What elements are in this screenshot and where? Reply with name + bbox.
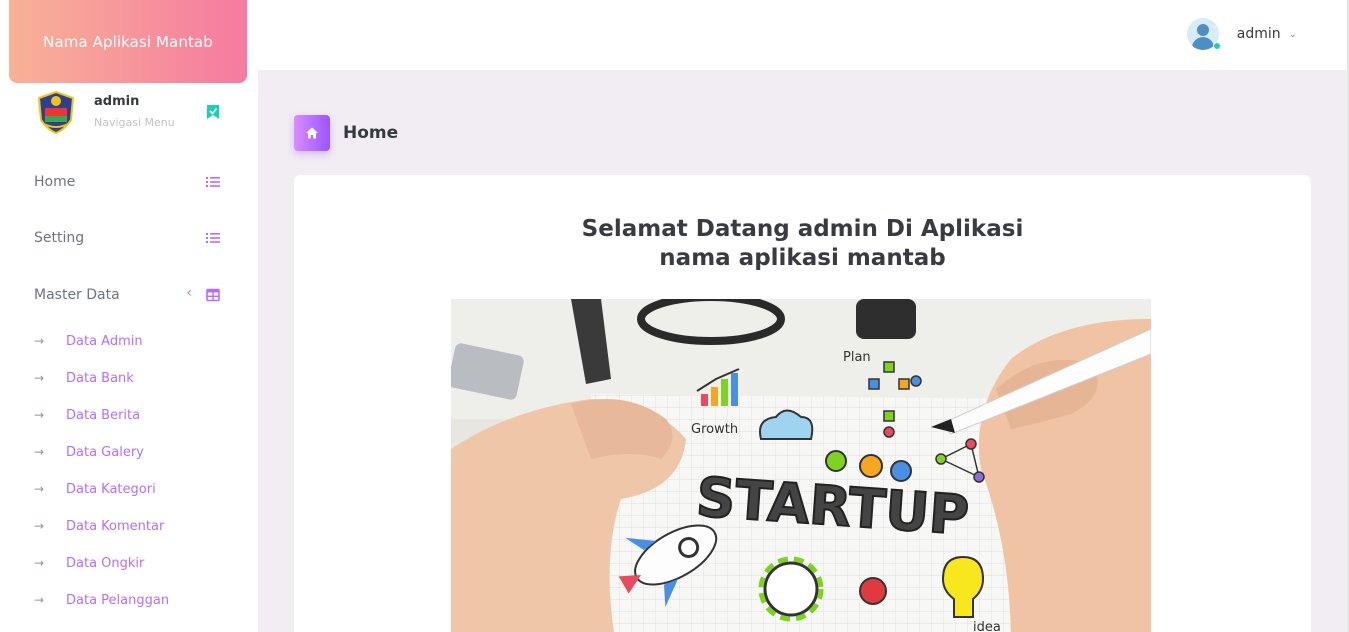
sidebar-item-label: Setting [34, 230, 85, 246]
user-dropdown[interactable]: admin ⌄ [1186, 18, 1297, 50]
submenu-item-label[interactable]: Data Berita [66, 408, 140, 423]
arrow-right-icon: → [34, 556, 45, 570]
submenu-item-label[interactable]: Data Admin [66, 334, 143, 349]
submenu-item-data-admin[interactable]: → Data Admin [34, 331, 143, 351]
sidebar-profile[interactable]: admin Navigasi Menu [36, 90, 236, 140]
submenu-item-label[interactable]: Data Kategori [66, 482, 156, 497]
list-icon [206, 177, 220, 187]
app-brand[interactable]: Nama Aplikasi Mantab [9, 0, 247, 83]
sidebar-item-label: Home [34, 174, 76, 190]
submenu-item-label[interactable]: Data Pelanggan [66, 593, 169, 608]
table-icon [206, 288, 220, 302]
bookmark-check-icon [207, 105, 219, 119]
hero-label-plan: Plan [843, 350, 871, 365]
logo-emblem-icon [37, 90, 75, 134]
welcome-heading: Selamat Datang admin Di Aplikasi nama ap… [294, 215, 1311, 273]
arrow-right-icon: → [34, 371, 45, 385]
submenu-item-data-bank[interactable]: → Data Bank [34, 368, 134, 388]
arrow-right-icon: → [34, 519, 45, 533]
submenu-item-label[interactable]: Data Ongkir [66, 556, 144, 571]
arrow-right-icon: → [34, 482, 45, 496]
hero-label-idea: idea [973, 620, 1001, 632]
submenu-item-data-kategori[interactable]: → Data Kategori [34, 479, 156, 499]
welcome-line-1: Selamat Datang admin Di Aplikasi [581, 216, 1024, 242]
sidebar-item-home[interactable]: Home [34, 170, 224, 194]
sidebar-item-setting[interactable]: Setting [34, 226, 224, 250]
hero-label-growth: Growth [691, 422, 738, 437]
chevron-left-icon: ‹ [186, 285, 192, 301]
sidebar-item-master-data[interactable]: Master Data ‹ [34, 283, 224, 307]
sidebar-item-label: Master Data [34, 287, 120, 303]
submenu-item-data-galery[interactable]: → Data Galery [34, 442, 144, 462]
arrow-right-icon: → [34, 334, 45, 348]
submenu-item-label[interactable]: Data Komentar [66, 519, 164, 534]
welcome-card: Selamat Datang admin Di Aplikasi nama ap… [294, 175, 1311, 632]
user-avatar[interactable] [1186, 18, 1221, 50]
page-title: Home [343, 123, 399, 143]
online-status-dot [1212, 42, 1221, 50]
page-header: Home [294, 115, 398, 151]
profile-name: admin [94, 94, 140, 109]
arrow-right-icon: → [34, 445, 45, 459]
profile-subtitle: Navigasi Menu [94, 116, 175, 129]
submenu-item-data-pelanggan[interactable]: → Data Pelanggan [34, 590, 169, 610]
welcome-line-2: nama aplikasi mantab [659, 245, 946, 271]
submenu-item-data-komentar[interactable]: → Data Komentar [34, 516, 164, 536]
startup-hero-image: STARTUP Plan Growth idea [451, 299, 1151, 632]
arrow-right-icon: → [34, 408, 45, 422]
submenu-item-data-ongkir[interactable]: → Data Ongkir [34, 553, 144, 573]
submenu-item-data-berita[interactable]: → Data Berita [34, 405, 140, 425]
sidebar: admin Navigasi Menu Home Setting Master … [0, 70, 258, 632]
arrow-right-icon: → [34, 593, 45, 607]
chevron-down-icon[interactable]: ⌄ [1289, 29, 1297, 40]
submenu-item-label[interactable]: Data Bank [66, 371, 134, 386]
user-name[interactable]: admin [1237, 26, 1281, 42]
submenu-item-label[interactable]: Data Galery [66, 445, 144, 460]
home-icon [294, 115, 330, 151]
list-icon [206, 233, 220, 243]
